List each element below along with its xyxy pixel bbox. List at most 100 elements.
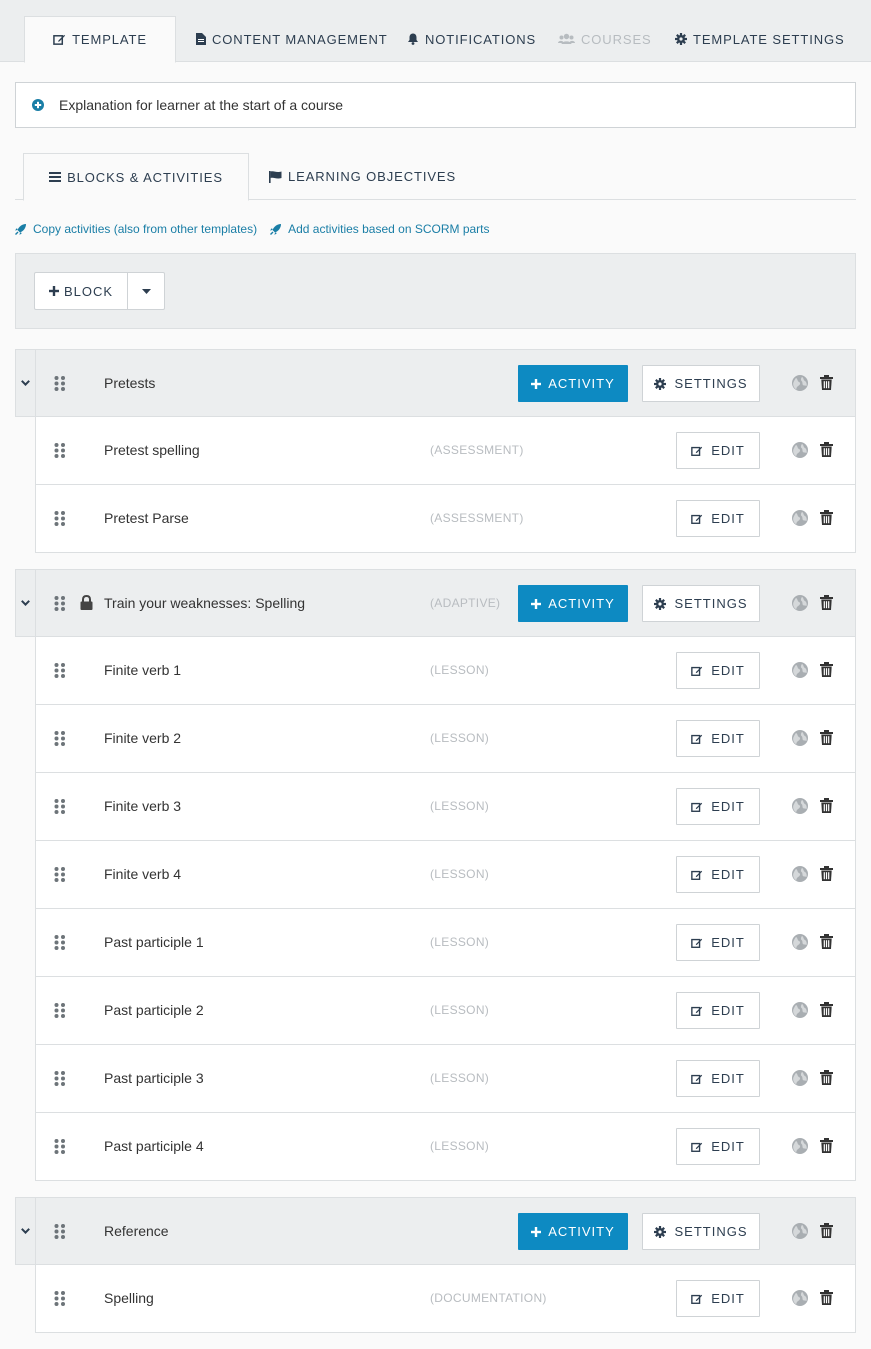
drag-handle-icon[interactable] — [54, 376, 66, 394]
tab-blocks-activities[interactable]: Blocks & Activities — [23, 153, 249, 201]
globe-icon — [792, 730, 808, 746]
trash-icon[interactable] — [820, 798, 833, 816]
drag-handle-icon[interactable] — [54, 799, 66, 817]
explanation-panel[interactable]: Explanation for learner at the start of … — [15, 82, 856, 128]
activity-title: Past participle 4 — [104, 1138, 204, 1154]
trash-icon[interactable] — [820, 442, 833, 460]
drag-handle-icon[interactable] — [54, 731, 66, 749]
add-block-button[interactable]: BLOCK — [35, 273, 128, 309]
activity-title: Finite verb 3 — [104, 798, 182, 814]
edit-activity-button[interactable]: EDIT — [676, 1060, 760, 1097]
globe-icon[interactable] — [792, 662, 808, 681]
tab-notifications[interactable]: Notifications — [407, 16, 536, 62]
plus-icon — [48, 286, 59, 296]
trash-icon[interactable] — [820, 375, 833, 393]
drag-handle-icon[interactable] — [54, 511, 66, 529]
activity-row: Finite verb 3 (LESSON) EDIT — [35, 773, 856, 841]
drag-handle-icon[interactable] — [54, 1224, 66, 1242]
drag-handle-icon[interactable] — [54, 867, 66, 885]
drag-handle-icon — [54, 1224, 65, 1239]
drag-handle-icon[interactable] — [54, 1139, 66, 1157]
trash-icon[interactable] — [820, 934, 833, 952]
globe-icon[interactable] — [792, 1138, 808, 1157]
tab-learning-objectives[interactable]: Learning Objectives — [269, 153, 456, 200]
add-activity-label: ACTIVITY — [548, 596, 615, 611]
copy-activities-link[interactable]: Copy activities (also from other templat… — [15, 222, 257, 236]
tab-template[interactable]: Template — [24, 16, 176, 63]
edit-activity-button[interactable]: EDIT — [676, 652, 760, 689]
scorm-activities-link[interactable]: Add activities based on SCORM parts — [270, 222, 490, 236]
trash-icon[interactable] — [820, 1002, 833, 1020]
trash-icon[interactable] — [820, 1290, 833, 1308]
drag-handle-icon — [54, 731, 65, 746]
drag-handle-icon[interactable] — [54, 596, 66, 614]
globe-icon[interactable] — [792, 1290, 808, 1309]
trash-icon[interactable] — [820, 1223, 833, 1241]
tab-courses[interactable]: Courses — [558, 16, 652, 62]
trash-icon[interactable] — [820, 1070, 833, 1088]
block-settings-label: SETTINGS — [674, 376, 748, 391]
activity-type: (LESSON) — [430, 731, 490, 745]
edit-activity-button[interactable]: EDIT — [676, 500, 760, 537]
globe-icon[interactable] — [792, 1070, 808, 1089]
tab-content-management[interactable]: Content Management — [196, 16, 388, 62]
tab-template-settings-label: Template Settings — [693, 31, 845, 47]
add-activity-button[interactable]: ACTIVITY — [518, 585, 628, 622]
edit-activity-button[interactable]: EDIT — [676, 924, 760, 961]
trash-icon[interactable] — [820, 866, 833, 884]
drag-handle-icon[interactable] — [54, 1291, 66, 1309]
add-activity-button[interactable]: ACTIVITY — [518, 365, 628, 402]
trash-icon[interactable] — [820, 730, 833, 748]
globe-icon[interactable] — [792, 510, 808, 529]
chevron-down-icon[interactable] — [16, 1198, 36, 1264]
activity-type: (LESSON) — [430, 935, 490, 949]
chevron-down-icon[interactable] — [16, 570, 36, 636]
block-title: Pretests — [104, 375, 156, 391]
users-icon — [558, 33, 575, 44]
edit-activity-button[interactable]: EDIT — [676, 1280, 760, 1317]
globe-icon[interactable] — [792, 798, 808, 817]
globe-icon[interactable] — [792, 442, 808, 461]
globe-icon[interactable] — [792, 866, 808, 885]
globe-icon[interactable] — [792, 375, 808, 394]
chevron-down-icon — [21, 380, 30, 386]
tab-blocks-activities-label: Blocks & Activities — [67, 169, 223, 185]
globe-icon — [792, 442, 808, 458]
drag-handle-icon[interactable] — [54, 935, 66, 953]
plus-circle-icon — [32, 99, 44, 111]
edit-activity-button[interactable]: EDIT — [676, 992, 760, 1029]
edit-activity-label: EDIT — [711, 511, 745, 526]
tab-content-management-label: Content Management — [212, 31, 388, 47]
edit-activity-button[interactable]: EDIT — [676, 856, 760, 893]
edit-activity-button[interactable]: EDIT — [676, 720, 760, 757]
trash-icon[interactable] — [820, 1138, 833, 1156]
drag-handle-icon[interactable] — [54, 663, 66, 681]
edit-activity-button[interactable]: EDIT — [676, 1128, 760, 1165]
trash-icon[interactable] — [820, 510, 833, 528]
add-activity-button[interactable]: ACTIVITY — [518, 1213, 628, 1250]
edit-activity-button[interactable]: EDIT — [676, 788, 760, 825]
tab-notifications-label: Notifications — [425, 31, 537, 47]
globe-icon[interactable] — [792, 934, 808, 953]
chevron-down-icon[interactable] — [16, 350, 36, 416]
block-dropdown-toggle[interactable] — [128, 273, 164, 309]
globe-icon[interactable] — [792, 595, 808, 614]
globe-icon[interactable] — [792, 1002, 808, 1021]
drag-handle-icon[interactable] — [54, 1003, 66, 1021]
activity-type: (LESSON) — [430, 1071, 490, 1085]
trash-icon[interactable] — [820, 662, 833, 680]
block-settings-button[interactable]: SETTINGS — [642, 365, 760, 402]
activity-title: Past participle 1 — [104, 934, 204, 950]
tab-template-settings[interactable]: Template Settings — [675, 16, 845, 62]
globe-icon[interactable] — [792, 1223, 808, 1242]
trash-icon — [820, 662, 833, 677]
drag-handle-icon[interactable] — [54, 443, 66, 461]
block-settings-button[interactable]: SETTINGS — [642, 1213, 760, 1250]
drag-handle-icon[interactable] — [54, 1071, 66, 1089]
trash-icon[interactable] — [820, 595, 833, 613]
block-settings-button[interactable]: SETTINGS — [642, 585, 760, 622]
edit-activity-button[interactable]: EDIT — [676, 432, 760, 469]
globe-icon[interactable] — [792, 730, 808, 749]
activity-title: Past participle 2 — [104, 1002, 204, 1018]
activity-row: Finite verb 1 (LESSON) EDIT — [35, 637, 856, 705]
